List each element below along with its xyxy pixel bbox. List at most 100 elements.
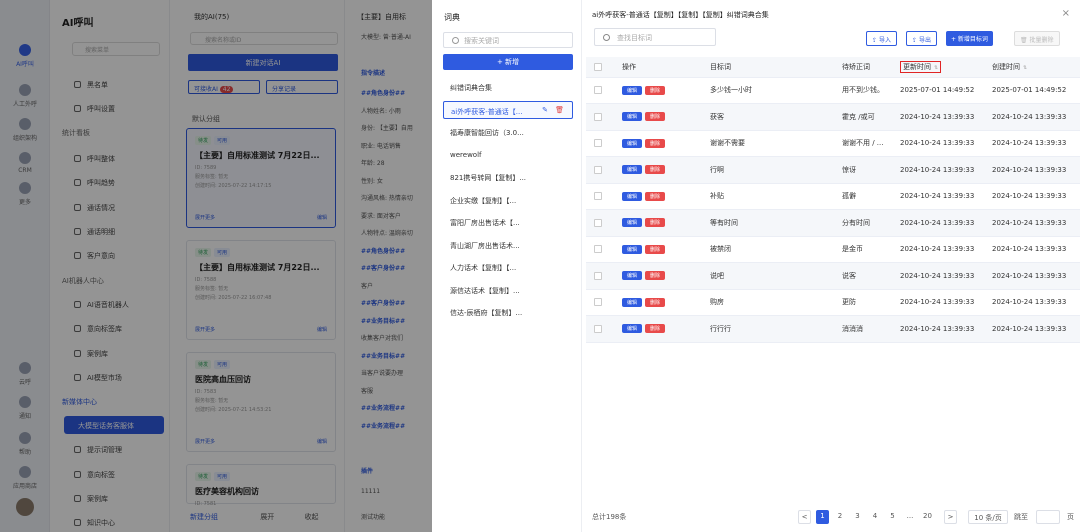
row-checkbox[interactable]: [586, 183, 614, 210]
updated-time-cell: 2024-10-24 13:39:33: [892, 315, 984, 343]
edit-button[interactable]: 编辑: [622, 191, 643, 201]
correct-word-cell: 消消消: [834, 315, 892, 343]
edit-button[interactable]: 编辑: [622, 218, 643, 228]
row-checkbox[interactable]: [586, 262, 614, 290]
row-checkbox[interactable]: [586, 156, 614, 184]
column-header-created[interactable]: 创建时间 ⇅: [984, 57, 1080, 78]
select-all-checkbox[interactable]: [586, 57, 614, 78]
page-size-select[interactable]: 10 条/页: [968, 510, 1008, 524]
delete-button[interactable]: 删除: [645, 165, 666, 175]
add-dictionary-button[interactable]: + 新增: [443, 54, 573, 70]
column-header: 目标词: [702, 57, 834, 78]
search-icon: [452, 37, 459, 44]
import-button[interactable]: ⇪ 导入: [866, 31, 897, 46]
delete-button[interactable]: 删除: [645, 191, 666, 201]
created-time-cell: 2024-10-24 13:39:33: [984, 130, 1080, 157]
next-page-button[interactable]: >: [944, 510, 957, 524]
table-row: 编辑 删除 被禁闭 是金币 2024-10-24 13:39:33 2024-10-24 …: [586, 236, 1080, 263]
target-word-cell: 行行行: [702, 315, 834, 343]
created-time-cell: 2024-10-24 13:39:33: [984, 262, 1080, 290]
dictionary-item[interactable]: 纠错词典合集: [443, 78, 573, 96]
dictionary-item[interactable]: 富阳厂房出售话术【...: [443, 213, 573, 231]
target-word-search-input[interactable]: 查找目标词: [594, 28, 716, 46]
edit-button[interactable]: 编辑: [622, 138, 643, 148]
row-checkbox[interactable]: [586, 289, 614, 316]
page-button[interactable]: 4: [869, 510, 882, 524]
modal-overlay[interactable]: [0, 0, 432, 532]
table-row: 编辑 删除 等有时间 分有时间 2024-10-24 13:39:33 2024-10-2…: [586, 209, 1080, 237]
page-button[interactable]: 2: [834, 510, 847, 524]
page-button[interactable]: 1: [816, 510, 829, 524]
delete-button[interactable]: 删除: [645, 112, 666, 122]
created-time-cell: 2024-10-24 13:39:33: [984, 156, 1080, 184]
delete-button[interactable]: 删除: [645, 85, 666, 95]
page-button[interactable]: 5: [886, 510, 899, 524]
dictionary-item[interactable]: ai外呼获客-普通话【... ✎ 🗑: [443, 100, 573, 119]
updated-time-cell: 2024-10-24 13:39:33: [892, 156, 984, 184]
export-button[interactable]: ⇪ 导出: [906, 31, 937, 46]
delete-button[interactable]: 删除: [645, 218, 666, 228]
dictionary-item[interactable]: 青山湖厂房出售话术...: [443, 236, 573, 254]
delete-button[interactable]: 删除: [645, 244, 666, 254]
close-icon[interactable]: ×: [1062, 8, 1070, 19]
row-actions: 编辑 删除: [614, 262, 702, 290]
created-time-cell: 2024-10-24 13:39:33: [984, 209, 1080, 237]
row-checkbox[interactable]: [586, 77, 614, 104]
row-checkbox[interactable]: [586, 130, 614, 157]
delete-button[interactable]: 删除: [645, 324, 666, 334]
row-checkbox[interactable]: [586, 315, 614, 343]
page-button[interactable]: 20: [921, 510, 934, 524]
column-header-updated[interactable]: 更新时间 ⇅: [892, 57, 984, 78]
table-row: 编辑 删除 补贴 孤僻 2024-10-24 13:39:33 2024-10-24 13…: [586, 183, 1080, 210]
edit-button[interactable]: 编辑: [622, 165, 643, 175]
dictionary-item[interactable]: 企业实缴【复制】【...: [443, 191, 573, 209]
edit-button[interactable]: 编辑: [622, 85, 643, 95]
dictionary-item[interactable]: werewolf: [443, 146, 573, 164]
created-time-cell: 2024-10-24 13:39:33: [984, 289, 1080, 316]
row-checkbox[interactable]: [586, 209, 614, 237]
correct-word-cell: 用不到少钱。: [834, 77, 892, 104]
created-time-cell: 2025-07-01 14:49:52: [984, 77, 1080, 104]
dictionary-item[interactable]: 福寿康智能回访（3.0...: [443, 123, 573, 141]
updated-time-cell: 2024-10-24 13:39:33: [892, 130, 984, 157]
table-header-row: 操作 目标词 待矫正词 更新时间 ⇅ 创建时间 ⇅: [586, 57, 1080, 78]
dictionary-item[interactable]: 人力话术【复制】【...: [443, 258, 573, 276]
row-checkbox[interactable]: [586, 103, 614, 131]
prev-page-button[interactable]: <: [798, 510, 811, 524]
correct-word-cell: 更防: [834, 289, 892, 316]
trash-icon: 🗑: [1020, 37, 1030, 44]
row-checkbox[interactable]: [586, 236, 614, 263]
background-app: AI呼叫 人工外呼 组织架构 CRM 更多 云呼 通知 帮助 应用商店 AI呼叫…: [0, 0, 432, 532]
updated-time-cell: 2024-10-24 13:39:33: [892, 289, 984, 316]
updated-time-cell: 2024-10-24 13:39:33: [892, 209, 984, 237]
edit-icon[interactable]: ✎: [542, 106, 548, 114]
edit-button[interactable]: 编辑: [622, 244, 643, 254]
target-word-cell: 等有时间: [702, 209, 834, 237]
page-button[interactable]: 3: [851, 510, 864, 524]
row-actions: 编辑 删除: [614, 183, 702, 210]
delete-icon[interactable]: 🗑: [555, 106, 564, 114]
row-actions: 编辑 删除: [614, 103, 702, 131]
edit-button[interactable]: 编辑: [622, 112, 643, 122]
edit-button[interactable]: 编辑: [622, 324, 643, 334]
page-unit-label: 页: [1067, 513, 1074, 521]
batch-delete-button[interactable]: 🗑 批量删除: [1014, 31, 1060, 46]
edit-button[interactable]: 编辑: [622, 297, 643, 307]
page-button[interactable]: ...: [904, 510, 917, 524]
table-row: 编辑 删除 说吧 说客 2024-10-24 13:39:33 2024-10-24 13…: [586, 262, 1080, 290]
dictionary-detail-title: ai外呼获客-普通话【复制】【复制】【复制】纠错词典合集: [592, 11, 769, 19]
table-row: 编辑 删除 购房 更防 2024-10-24 13:39:33 2024-10-24 13…: [586, 289, 1080, 316]
add-target-word-button[interactable]: + 新增目标词: [946, 31, 993, 46]
updated-time-cell: 2024-10-24 13:39:33: [892, 262, 984, 290]
target-word-cell: 获客: [702, 103, 834, 131]
dictionary-item[interactable]: 信达-辰栖府【复制】...: [443, 303, 573, 321]
dictionary-item[interactable]: 821携号转网【复制】...: [443, 168, 573, 186]
delete-button[interactable]: 删除: [645, 138, 666, 148]
edit-button[interactable]: 编辑: [622, 271, 643, 281]
delete-button[interactable]: 删除: [645, 297, 666, 307]
dictionary-item[interactable]: 源信达话术【复制】...: [443, 281, 573, 299]
delete-button[interactable]: 删除: [645, 271, 666, 281]
jump-page-input[interactable]: [1036, 510, 1060, 524]
created-time-cell: 2024-10-24 13:39:33: [984, 236, 1080, 263]
dictionary-search-input[interactable]: 搜索关键词: [443, 32, 573, 48]
